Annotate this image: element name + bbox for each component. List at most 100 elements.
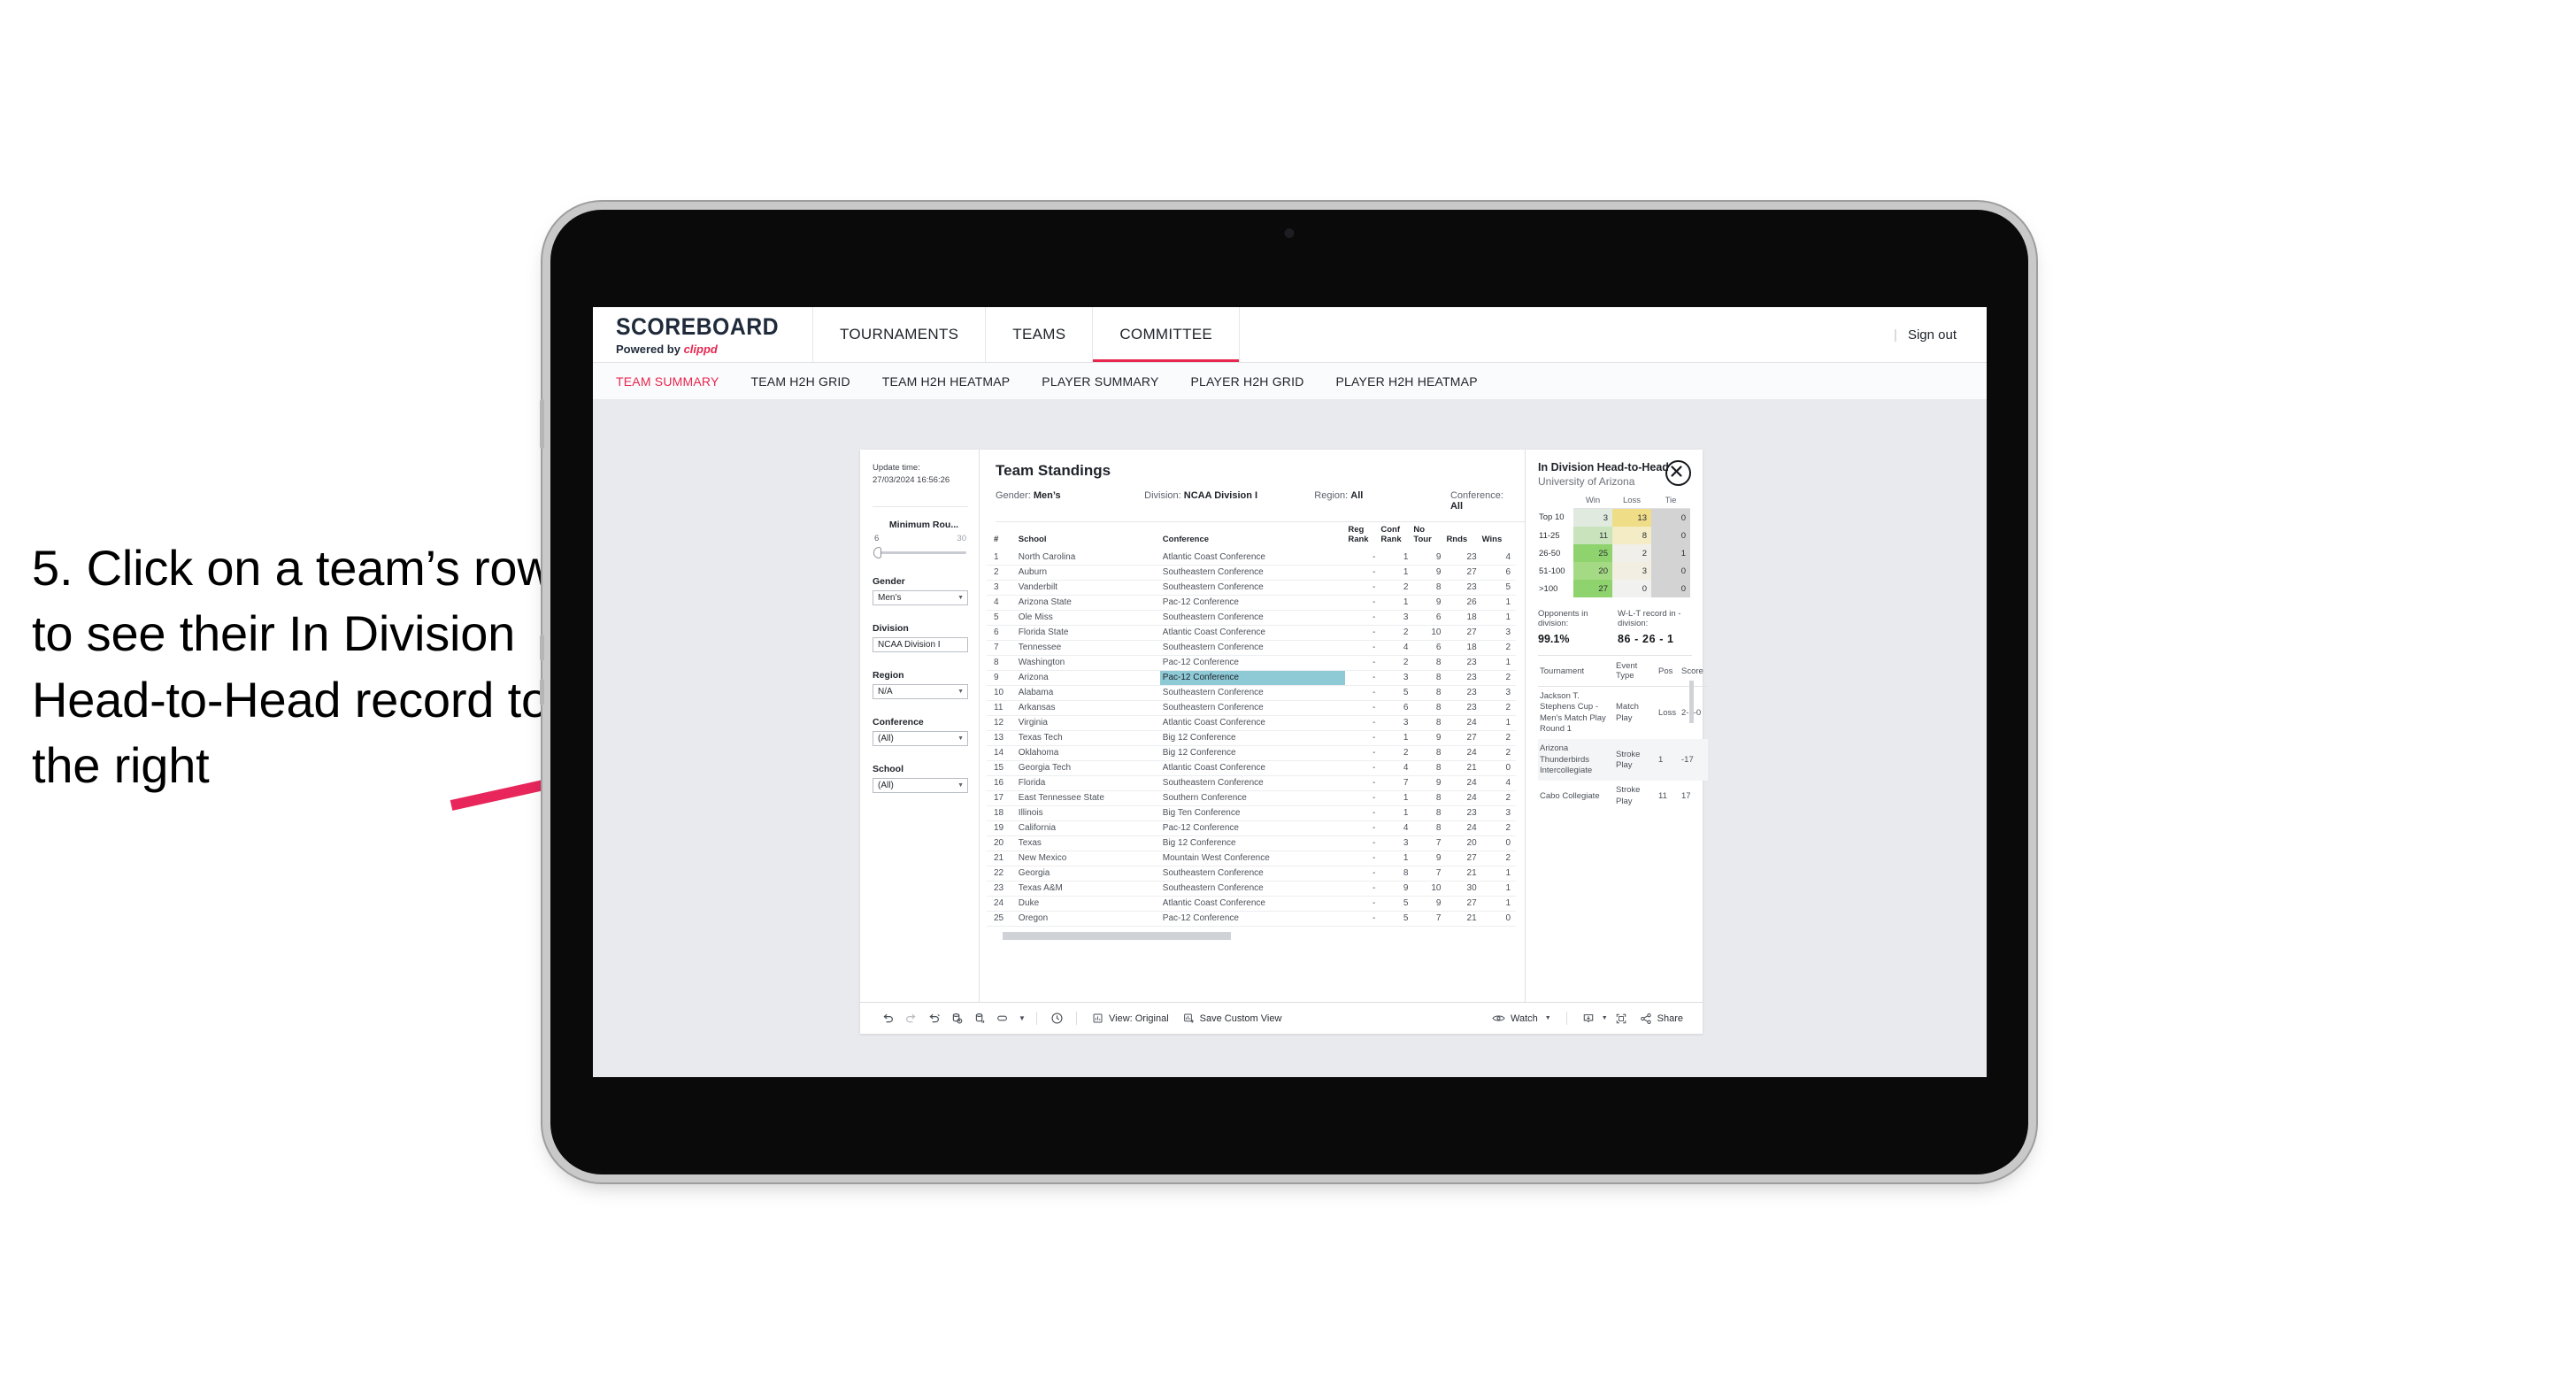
undo-icon[interactable]	[876, 1008, 899, 1029]
cell-conference: Southeastern Conference	[1159, 881, 1346, 897]
tab-team-summary[interactable]: TEAM SUMMARY	[616, 374, 739, 389]
tab-team-h2h-grid[interactable]: TEAM H2H GRID	[751, 374, 870, 389]
table-row[interactable]: 20 Texas Big 12 Conference -3 7 20 0	[987, 835, 1516, 851]
view-original-button[interactable]: View: Original	[1085, 1013, 1176, 1024]
gender-select[interactable]: Men’s ▼	[873, 589, 968, 605]
chevron-down-icon: ▼	[1601, 1015, 1608, 1021]
nav-item-tournaments[interactable]: TOURNAMENTS	[813, 307, 987, 362]
table-row[interactable]: 12 Virginia Atlantic Coast Conference -3 8 24…	[987, 715, 1516, 731]
cell-school: Auburn	[1015, 565, 1160, 581]
table-row[interactable]: 22 Georgia Southeastern Conference -8 7 21 1	[987, 866, 1516, 882]
opponents-value: 99.1%	[1538, 633, 1570, 645]
cell-no-tour: 9	[1411, 550, 1444, 566]
col-conference[interactable]: Conference	[1160, 522, 1346, 551]
table-row[interactable]: 21 New Mexico Mountain West Conference -1 9 2…	[987, 851, 1516, 866]
cell-rnds: 24	[1443, 775, 1480, 791]
cell-conference: Pac-12 Conference	[1159, 820, 1346, 836]
table-row[interactable]: 2 Auburn Southeastern Conference -1 9 27 6	[987, 565, 1516, 581]
table-row[interactable]: 16 Florida Southeastern Conference -7 9 24 4	[987, 775, 1516, 791]
cell-school: Texas	[1015, 835, 1160, 851]
nav-item-teams[interactable]: TEAMS	[986, 307, 1094, 362]
table-row[interactable]: 7 Tennessee Southeastern Conference -4 6 18 2	[987, 640, 1516, 656]
table-row[interactable]: 17 East Tennessee State Southern Conferenc…	[987, 790, 1516, 806]
tab-player-h2h-heatmap[interactable]: PLAYER H2H HEATMAP	[1336, 374, 1497, 389]
table-row[interactable]: 19 California Pac-12 Conference -4 8 24 2	[987, 820, 1516, 836]
horizontal-scrollbar[interactable]	[1003, 931, 1231, 940]
cell-rnds: 24	[1443, 790, 1480, 806]
update-time: Update time: 27/03/2024 16:56:26	[873, 462, 968, 487]
table-row[interactable]: 11 Arkansas Southeastern Conference -6 8 23 2	[987, 700, 1516, 716]
pause-auto-update-icon[interactable]	[968, 1008, 991, 1029]
table-row[interactable]: 1 North Carolina Atlantic Coast Conference…	[987, 550, 1516, 566]
slider-handle[interactable]	[873, 546, 881, 558]
table-row[interactable]: 3 Vanderbilt Southeastern Conference -2 8 23 5	[987, 580, 1516, 596]
cell-conference: Atlantic Coast Conference	[1159, 715, 1346, 731]
highlight-icon[interactable]	[991, 1008, 1014, 1029]
refresh-data-icon[interactable]	[945, 1008, 968, 1029]
table-row[interactable]: 6 Florida State Atlantic Coast Conference -…	[987, 625, 1516, 641]
table-row[interactable]: 10 Alabama Southeastern Conference -5 8 23 3	[987, 685, 1516, 701]
sign-out-link[interactable]: Sign out	[1908, 327, 1957, 343]
col-event-type: Event Type	[1614, 661, 1657, 687]
col-rnds[interactable]: Rnds	[1443, 522, 1479, 551]
slider-min-value: 6	[874, 533, 880, 543]
revert-icon[interactable]	[922, 1008, 945, 1029]
table-row[interactable]: 15 Georgia Tech Atlantic Coast Conference -…	[987, 760, 1516, 776]
table-row[interactable]: 18 Illinois Big Ten Conference -1 8 23 3	[987, 805, 1516, 821]
cell-conf-rank: 2	[1378, 625, 1411, 641]
alerts-clock-icon[interactable]	[1045, 1008, 1068, 1029]
table-row[interactable]: 5 Ole Miss Southeastern Conference -3 6 18 1	[987, 610, 1516, 626]
tournament-row[interactable]: Cabo Collegiate Stroke Play 11 17	[1538, 781, 1708, 812]
table-row[interactable]: 23 Texas A&M Southeastern Conference -9 10 30…	[987, 881, 1516, 897]
download-button[interactable]: ▼	[1575, 1013, 1610, 1025]
cell-reg-rank: -	[1345, 775, 1379, 791]
col-conf-rank[interactable]: Conf Rank	[1378, 522, 1411, 551]
brand-logo[interactable]: SCOREBOARD Powered by clippd	[593, 307, 814, 362]
cell-rank: 25	[987, 911, 1016, 927]
meta-conference-value: All	[1449, 501, 1464, 512]
tab-player-summary[interactable]: PLAYER SUMMARY	[1042, 374, 1178, 389]
tab-team-h2h-heatmap[interactable]: TEAM H2H HEATMAP	[882, 374, 1030, 389]
fullscreen-icon[interactable]	[1610, 1008, 1633, 1029]
cell-wins: 3	[1479, 625, 1516, 641]
save-custom-view-button[interactable]: Save Custom View	[1176, 1013, 1289, 1024]
minimum-rounds-slider[interactable]	[873, 546, 968, 558]
cell-conf-rank: 5	[1378, 911, 1411, 927]
region-select[interactable]: N/A ▼	[873, 683, 968, 699]
cell-conference: Big 12 Conference	[1159, 835, 1346, 851]
col-school[interactable]: School	[1016, 522, 1160, 551]
col-rank[interactable]: #	[987, 522, 1016, 551]
tournaments-scrollbar[interactable]	[1689, 681, 1694, 723]
watch-button[interactable]: Watch ▼	[1485, 1013, 1558, 1024]
col-wins[interactable]: Wins	[1480, 522, 1516, 551]
highlight-dropdown-icon[interactable]: ▼	[1014, 1008, 1028, 1029]
conference-select[interactable]: (All) ▼	[873, 730, 968, 746]
cell-conf-rank: 1	[1378, 565, 1411, 581]
filter-label-division: Division	[873, 622, 909, 634]
table-row[interactable]: 14 Oklahoma Big 12 Conference -2 8 24 2	[987, 745, 1516, 761]
tournament-row[interactable]: Jackson T. Stephens Cup - Men’s Match Pl…	[1538, 687, 1708, 740]
division-select[interactable]: NCAA Division I	[873, 636, 968, 652]
school-select[interactable]: (All) ▼	[873, 777, 968, 793]
cell-conf-rank: 1	[1378, 730, 1411, 746]
table-row[interactable]: 9 Arizona Pac-12 Conference -3 8 23 2	[987, 670, 1516, 686]
share-button[interactable]: Share	[1633, 1013, 1690, 1025]
table-row[interactable]: 13 Texas Tech Big 12 Conference -1 9 27 2	[987, 730, 1516, 746]
table-row[interactable]: 8 Washington Pac-12 Conference -2 8 23 1	[987, 655, 1516, 671]
cell-conference: Southeastern Conference	[1159, 866, 1346, 882]
table-row[interactable]: 24 Duke Atlantic Coast Conference -5 9 27 1	[987, 896, 1516, 912]
cell-score: 2-3-0	[1680, 687, 1708, 740]
col-no-tour[interactable]: No Tour	[1411, 522, 1443, 551]
tournament-row[interactable]: Arizona Thunderbirds Intercollegiate Stro…	[1538, 739, 1708, 782]
nav-item-committee[interactable]: COMMITTEE	[1093, 307, 1241, 362]
cell-reg-rank: -	[1345, 896, 1379, 912]
table-row[interactable]: 4 Arizona State Pac-12 Conference -1 9 26 1	[987, 595, 1516, 611]
table-row[interactable]: 25 Oregon Pac-12 Conference -5 7 21 0	[987, 911, 1516, 927]
close-icon[interactable]	[1665, 460, 1691, 486]
redo-icon[interactable]	[899, 1008, 922, 1029]
viz-container: Update time: 27/03/2024 16:56:26 Minimum…	[860, 450, 1708, 1034]
col-reg-rank[interactable]: Reg Rank	[1345, 522, 1378, 551]
tab-player-h2h-grid[interactable]: PLAYER H2H GRID	[1191, 374, 1324, 389]
share-label: Share	[1657, 1013, 1683, 1024]
filter-region: Region N/A ▼	[873, 670, 968, 699]
